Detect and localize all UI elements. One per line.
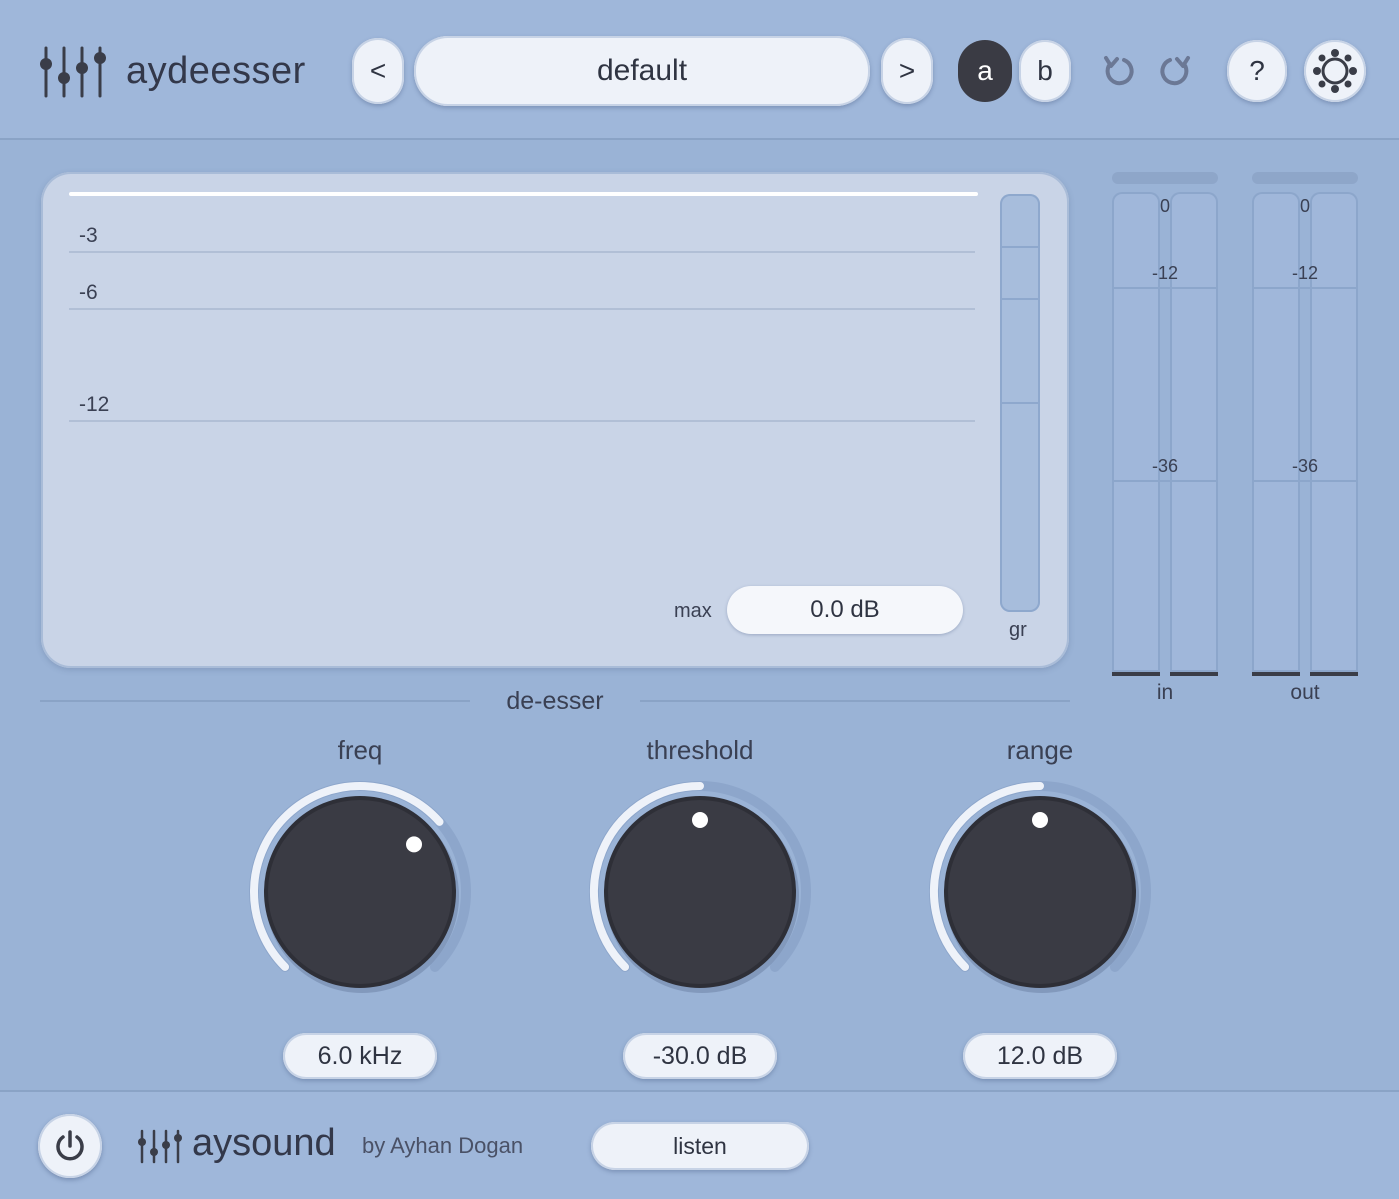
power-button[interactable]: [38, 1114, 102, 1178]
section-divider: [40, 700, 470, 702]
meter-scale-label: -12: [1291, 263, 1318, 283]
meter-scale-label: -36: [1291, 456, 1318, 476]
range-label: range: [1006, 735, 1074, 765]
listen-button[interactable]: listen: [591, 1122, 809, 1170]
help-button[interactable]: ?: [1227, 40, 1287, 102]
meter-tick: [1002, 246, 1038, 248]
gain-reduction-display: -3 -6 -12 max 0.0 dB gr: [41, 172, 1069, 668]
section-title: de-esser: [506, 687, 604, 715]
meter-scale-label: 0: [1299, 196, 1310, 216]
meter-tick: [1002, 298, 1038, 300]
app-title: aydeesser: [126, 50, 306, 92]
freq-label: freq: [337, 735, 383, 765]
output-meter-label: out: [1290, 681, 1320, 704]
knob-body: [268, 800, 452, 984]
ab-a-button[interactable]: a: [958, 40, 1012, 102]
gr-label: gr: [1009, 619, 1027, 641]
grid-line: [69, 308, 975, 310]
aysound-logo-icon: [138, 1129, 182, 1164]
section-divider: [640, 700, 1070, 702]
threshold-value-field[interactable]: -30.0 dB: [623, 1033, 777, 1079]
output-meter-clip: [1252, 172, 1358, 184]
brand-name: aysound: [192, 1122, 336, 1164]
meter-tick: [1002, 402, 1038, 404]
input-meter-label: in: [1156, 681, 1174, 704]
grid-label: -12: [79, 393, 110, 416]
ab-b-button[interactable]: b: [1019, 40, 1071, 102]
freq-knob[interactable]: [240, 772, 480, 1012]
meter-scale-label: -12: [1151, 263, 1178, 283]
redo-icon[interactable]: [1156, 52, 1192, 88]
power-icon: [56, 1130, 84, 1161]
meter-tick: [1112, 287, 1218, 289]
undo-icon[interactable]: [1102, 52, 1138, 88]
knob-indicator-dot: [406, 836, 423, 853]
grid-line: [69, 251, 975, 253]
next-preset-button[interactable]: >: [881, 38, 933, 104]
meter-tick: [1252, 287, 1358, 289]
gain-reduction-meter: [1000, 194, 1040, 612]
preset-name-field[interactable]: default: [414, 36, 870, 106]
meter-scale-label: 0: [1159, 196, 1170, 216]
knob-indicator-dot: [692, 812, 708, 828]
brand-byline: by Ayhan Dogan: [362, 1133, 524, 1158]
freq-value-field[interactable]: 6.0 kHz: [283, 1033, 437, 1079]
max-value-display[interactable]: 0.0 dB: [727, 586, 963, 634]
zero-db-line: [69, 192, 978, 196]
grid-line: [69, 420, 975, 422]
grid-label: -6: [79, 281, 98, 304]
meter-tick: [1112, 480, 1218, 482]
previous-preset-button[interactable]: <: [352, 38, 404, 104]
range-value-field[interactable]: 12.0 dB: [963, 1033, 1117, 1079]
settings-button[interactable]: [1304, 40, 1366, 102]
meter-tick: [1252, 480, 1358, 482]
gear-icon: [1313, 49, 1357, 93]
range-knob[interactable]: [920, 772, 1160, 1012]
grid-label: -3: [79, 224, 98, 247]
knob-indicator-dot: [1032, 812, 1048, 828]
threshold-label: threshold: [646, 735, 754, 765]
threshold-knob[interactable]: [580, 772, 820, 1012]
meter-scale-label: -36: [1151, 456, 1178, 476]
max-label: max: [674, 600, 712, 622]
input-meter-clip: [1112, 172, 1218, 184]
mixer-logo-icon: [40, 46, 106, 98]
